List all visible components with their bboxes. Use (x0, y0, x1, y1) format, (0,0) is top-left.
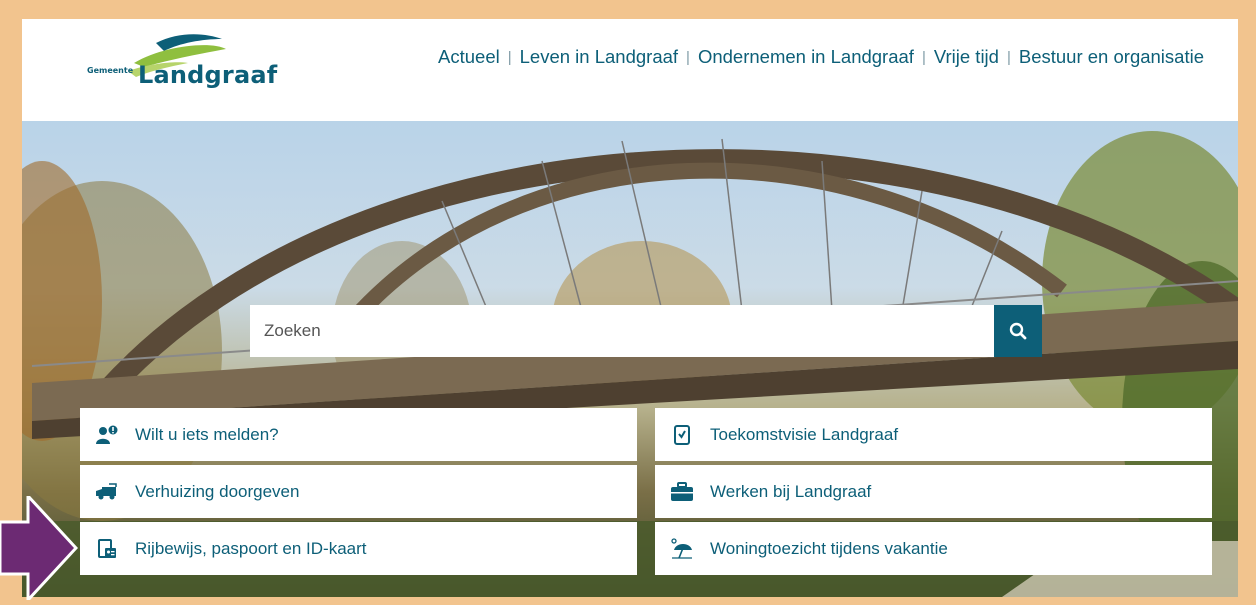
quick-link-label: Rijbewijs, paspoort en ID-kaart (135, 538, 367, 558)
site-header: Gemeente Landgraaf Actueel | Leven in La… (22, 19, 1238, 121)
search-bar (250, 305, 1042, 357)
main-navigation: Actueel | Leven in Landgraaf | Onderneme… (438, 46, 1204, 68)
nav-separator: | (1006, 48, 1011, 66)
page-frame: Gemeente Landgraaf Actueel | Leven in La… (22, 19, 1238, 597)
quick-link-verhuizing[interactable]: Verhuizing doorgeven (80, 465, 637, 518)
nav-item-actueel[interactable]: Actueel (438, 46, 500, 68)
id-card-icon (92, 537, 122, 561)
gemeente-landgraaf-logo[interactable]: Gemeente Landgraaf (84, 31, 277, 91)
nav-item-leven[interactable]: Leven in Landgraaf (520, 46, 678, 68)
quick-link-melden[interactable]: Wilt u iets melden? (80, 408, 637, 461)
logo-prefix: Gemeente (87, 66, 134, 75)
quick-link-label: Wilt u iets melden? (135, 424, 279, 444)
moving-truck-icon (92, 480, 122, 504)
search-input[interactable] (250, 305, 994, 357)
search-button[interactable] (994, 305, 1042, 357)
quick-link-label: Werken bij Landgraaf (710, 481, 872, 501)
quick-link-label: Toekomstvisie Landgraaf (710, 424, 899, 444)
pointer-arrow-icon (0, 496, 78, 600)
nav-separator: | (921, 48, 926, 66)
quick-link-woningtoezicht[interactable]: Woningtoezicht tijdens vakantie (655, 522, 1212, 575)
nav-item-ondernemen[interactable]: Ondernemen in Landgraaf (698, 46, 914, 68)
person-alert-icon (92, 423, 122, 447)
nav-item-bestuur[interactable]: Bestuur en organisatie (1019, 46, 1204, 68)
nav-separator: | (507, 48, 512, 66)
quick-link-label: Woningtoezicht tijdens vakantie (710, 538, 948, 558)
quick-link-label: Verhuizing doorgeven (135, 481, 300, 501)
nav-separator: | (686, 48, 690, 66)
quick-link-rijbewijs[interactable]: Rijbewijs, paspoort en ID-kaart (80, 522, 637, 575)
search-icon (1009, 322, 1027, 340)
beach-umbrella-icon (667, 537, 697, 561)
quick-link-toekomstvisie[interactable]: Toekomstvisie Landgraaf (655, 408, 1212, 461)
logo-name: Landgraaf (138, 61, 278, 89)
briefcase-icon (667, 480, 697, 504)
quick-link-werken[interactable]: Werken bij Landgraaf (655, 465, 1212, 518)
document-check-icon (667, 423, 697, 447)
hero-banner: Wilt u iets melden? Verhuizing doorgeven (22, 121, 1238, 597)
nav-item-vrije-tijd[interactable]: Vrije tijd (934, 46, 999, 68)
